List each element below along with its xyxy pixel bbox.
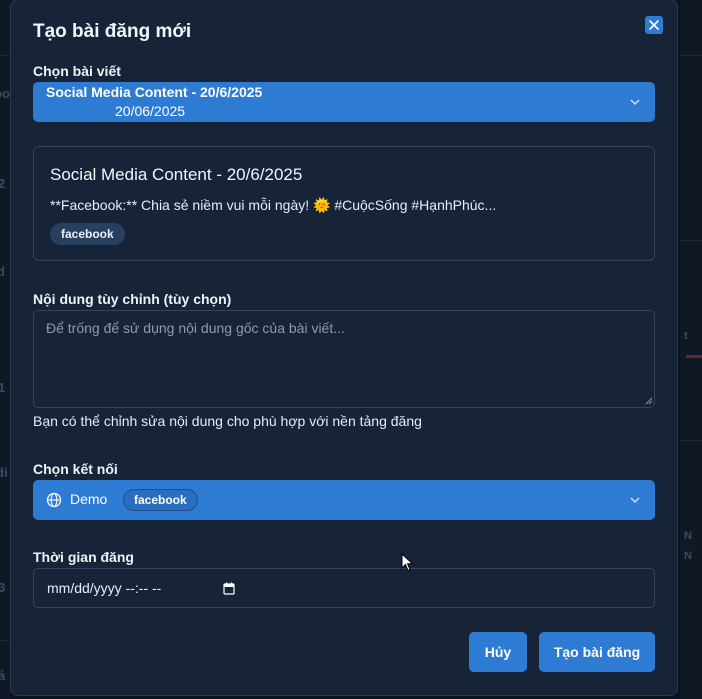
post-select-date: 20/06/2025 [115, 103, 186, 119]
background-text: di [0, 465, 8, 480]
background-text: N [684, 550, 692, 562]
platform-badge: facebook [50, 223, 125, 245]
background-text: d [0, 264, 5, 279]
preview-excerpt: **Facebook:** Chia sẻ niềm vui mỗi ngày!… [50, 197, 497, 213]
background-text: 1 [0, 380, 6, 395]
background-text: ả [0, 668, 6, 683]
calendar-icon[interactable] [223, 582, 235, 595]
background-flag: ▬▬ [686, 350, 702, 361]
modal-title: Tạo bài đăng mới [33, 21, 192, 42]
cancel-button[interactable]: Hủy [469, 632, 527, 672]
globe-icon [46, 492, 62, 508]
mouse-cursor-icon [401, 553, 414, 572]
post-select-label: Chọn bài viết [33, 63, 121, 79]
chevron-down-icon [630, 99, 640, 106]
preview-title: Social Media Content - 20/6/2025 [50, 165, 303, 184]
connection-platform-badge: facebook [123, 489, 198, 511]
background-divider [0, 55, 10, 56]
post-preview-card: Social Media Content - 20/6/2025 **Faceb… [33, 146, 655, 261]
create-post-modal: Tạo bài đăng mới Chọn bài viết Social Me… [10, 0, 678, 696]
post-select-title: Social Media Content - 20/6/2025 [46, 84, 263, 100]
create-post-button[interactable]: Tạo bài đăng [539, 632, 655, 672]
background-divider [680, 55, 702, 56]
background-divider [680, 240, 702, 241]
background-text: 2 [0, 176, 6, 191]
custom-content-label: Nội dung tùy chỉnh (tùy chọn) [33, 291, 232, 307]
post-select[interactable]: Social Media Content - 20/6/2025 20/06/2… [33, 82, 655, 122]
datetime-value: mm/dd/yyyy --:-- -- [47, 580, 162, 596]
background-text: po [0, 86, 10, 101]
connection-select[interactable]: Demo facebook [33, 480, 655, 520]
background-divider [0, 640, 10, 641]
schedule-time-label: Thời gian đăng [33, 549, 134, 565]
background-text: 3 [0, 580, 6, 595]
schedule-datetime-input[interactable]: mm/dd/yyyy --:-- -- [33, 568, 655, 608]
close-button[interactable] [645, 16, 663, 34]
connection-name: Demo [70, 491, 108, 507]
background-divider [680, 440, 702, 441]
resize-handle-icon[interactable] [645, 397, 653, 405]
background-text: N [684, 530, 692, 542]
chevron-down-icon [630, 497, 640, 504]
connection-select-label: Chọn kết nối [33, 461, 118, 477]
close-icon [649, 20, 659, 30]
custom-content-helper: Bạn có thể chỉnh sửa nội dung cho phù hợ… [33, 413, 422, 429]
custom-content-input[interactable] [33, 310, 655, 408]
background-text: t [684, 330, 688, 342]
